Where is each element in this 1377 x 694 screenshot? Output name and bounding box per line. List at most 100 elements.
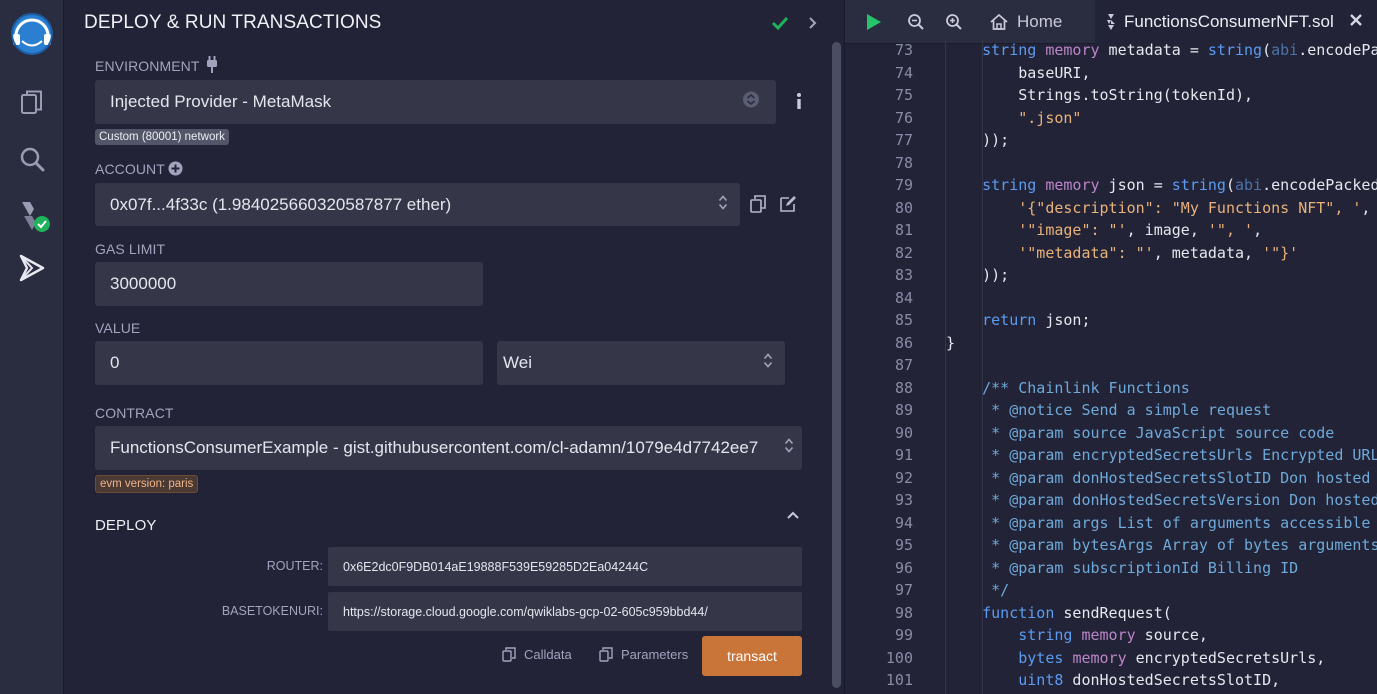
code-line[interactable]: 76 ".json" xyxy=(845,107,1377,130)
code-line[interactable]: 99 string memory source, xyxy=(845,624,1377,647)
code-text: )); xyxy=(946,131,1010,149)
code-text: /** Chainlink Functions xyxy=(982,378,1190,397)
code-line[interactable]: 86} xyxy=(845,332,1377,355)
remix-logo-icon[interactable] xyxy=(0,10,64,58)
code-line[interactable]: 75 Strings.toString(tokenId), xyxy=(845,84,1377,107)
basetokenuri-input[interactable]: https://storage.cloud.google.com/qwiklab… xyxy=(328,592,802,631)
code-area[interactable]: 73 string memory metadata = string(abi.e… xyxy=(845,40,1377,694)
line-number: 80 xyxy=(894,198,913,217)
code-text: bytes memory encryptedSecretsUrls, xyxy=(1018,648,1326,667)
info-icon[interactable] xyxy=(794,92,804,115)
code-line[interactable]: 89 * @notice Send a simple request xyxy=(845,399,1377,422)
editor-tab-bar: Home FunctionsConsumerNFT.sol xyxy=(845,0,1377,44)
calldata-button[interactable]: Calldata xyxy=(502,647,572,662)
account-select[interactable]: 0x07f...4f33c (1.984025660320587877 ethe… xyxy=(95,183,740,226)
code-line[interactable]: 98 function sendRequest( xyxy=(845,602,1377,625)
home-icon xyxy=(990,13,1008,30)
line-number: 78 xyxy=(894,153,913,172)
line-number: 76 xyxy=(894,108,913,127)
copy-icon xyxy=(502,647,516,662)
line-number: 77 xyxy=(894,131,913,149)
code-text: * @param subscriptionId Billing ID xyxy=(991,558,1299,577)
code-line[interactable]: 83 )); xyxy=(845,264,1377,287)
transact-button[interactable]: transact xyxy=(702,636,802,676)
gas-limit-input[interactable]: 3000000 xyxy=(95,262,483,306)
code-text: '{"description": "My Functions NFT", ', xyxy=(1018,198,1371,217)
updown-arrows-icon xyxy=(763,352,773,375)
code-line[interactable]: 95 * @param bytesArgs Array of bytes arg… xyxy=(845,534,1377,557)
environment-value: Injected Provider - MetaMask xyxy=(110,92,332,111)
copy-icon[interactable] xyxy=(750,195,766,218)
code-line[interactable]: 87 xyxy=(845,354,1377,377)
run-script-icon[interactable] xyxy=(863,0,883,44)
code-line[interactable]: 96 * @param subscriptionId Billing ID xyxy=(845,557,1377,580)
search-icon[interactable] xyxy=(0,144,64,174)
router-input[interactable]: 0x6E2dc0F9DB014aE19888F539E59285D2Ea0424… xyxy=(328,547,802,586)
code-line[interactable]: 85 return json; xyxy=(845,309,1377,332)
code-line[interactable]: 91 * @param encryptedSecretsUrls Encrypt… xyxy=(845,444,1377,467)
close-icon[interactable] xyxy=(1349,12,1363,32)
code-line[interactable]: 82 '"metadata": "', metadata, '"}' xyxy=(845,242,1377,265)
line-number: 90 xyxy=(894,423,913,442)
line-number: 82 xyxy=(894,243,913,262)
deploy-label: DEPLOY xyxy=(95,517,157,534)
code-line[interactable]: 92 * @param donHostedSecretsSlotID Don h… xyxy=(845,467,1377,490)
select-arrows-icon xyxy=(742,91,760,114)
edit-icon[interactable] xyxy=(779,195,797,218)
contract-select[interactable]: FunctionsConsumerExample - gist.githubus… xyxy=(95,426,802,470)
code-text: return json; xyxy=(982,311,1091,329)
code-text: function sendRequest( xyxy=(982,603,1172,622)
plug-icon xyxy=(204,55,220,80)
calldata-label: Calldata xyxy=(524,647,572,662)
code-line[interactable]: 90 * @param source JavaScript source cod… xyxy=(845,422,1377,445)
code-line[interactable]: 78 xyxy=(845,152,1377,175)
value-input[interactable]: 0 xyxy=(95,341,483,385)
updown-arrows-icon xyxy=(718,193,728,216)
zoom-in-icon[interactable] xyxy=(945,0,963,44)
line-number: 74 xyxy=(894,63,913,82)
tab-home[interactable]: Home xyxy=(981,0,1070,44)
value-label: VALUE xyxy=(95,320,141,336)
code-line[interactable]: 77 )); xyxy=(845,129,1377,152)
environment-label: ENVIRONMENT xyxy=(95,58,200,74)
parameters-button[interactable]: Parameters xyxy=(599,647,688,662)
code-line[interactable]: 94 * @param args List of arguments acces… xyxy=(845,512,1377,535)
solidity-compiler-icon[interactable] xyxy=(0,196,64,236)
line-number: 73 xyxy=(894,41,913,59)
code-text: string memory json = string(abi.encodePa… xyxy=(982,176,1377,194)
environment-select[interactable]: Injected Provider - MetaMask xyxy=(95,80,776,124)
code-line[interactable]: 80 '{"description": "My Functions NFT", … xyxy=(845,197,1377,220)
line-number: 84 xyxy=(894,288,913,307)
chevron-up-icon[interactable] xyxy=(786,508,800,526)
value-unit-select[interactable]: Wei xyxy=(497,341,785,385)
code-line[interactable]: 100 bytes memory encryptedSecretsUrls, xyxy=(845,647,1377,670)
basetokenuri-label: BASETOKENURI: xyxy=(221,604,323,618)
code-line[interactable]: 97 */ xyxy=(845,579,1377,602)
code-line[interactable]: 73 string memory metadata = string(abi.e… xyxy=(845,40,1377,62)
line-number: 101 xyxy=(885,671,913,689)
code-text: * @param args List of arguments accessib… xyxy=(991,513,1371,532)
line-number: 100 xyxy=(885,648,913,667)
line-number: 89 xyxy=(894,401,913,419)
code-line[interactable]: 79 string memory json = string(abi.encod… xyxy=(845,174,1377,197)
add-account-icon[interactable] xyxy=(168,161,183,181)
code-line[interactable]: 88 /** Chainlink Functions xyxy=(845,377,1377,400)
code-text: * @notice Send a simple request xyxy=(991,401,1272,419)
panel-scrollbar[interactable] xyxy=(832,42,841,688)
code-line[interactable]: 84 xyxy=(845,287,1377,310)
checkmark-icon xyxy=(770,14,790,37)
code-line[interactable]: 74 baseURI, xyxy=(845,62,1377,85)
code-text: * @param encryptedSecretsUrls Encrypted … xyxy=(991,446,1377,464)
code-line[interactable]: 93 * @param donHostedSecretsVersion Don … xyxy=(845,489,1377,512)
code-text: )); xyxy=(946,266,1010,284)
gas-limit-value: 3000000 xyxy=(110,274,177,293)
basetokenuri-value: https://storage.cloud.google.com/qwiklab… xyxy=(343,604,708,619)
deploy-run-icon[interactable] xyxy=(0,252,64,284)
code-line[interactable]: 101 uint8 donHostedSecretsSlotID, xyxy=(845,669,1377,692)
chevron-right-icon[interactable] xyxy=(806,14,820,37)
zoom-out-icon[interactable] xyxy=(907,0,925,44)
code-line[interactable]: 81 '"image": "', image, '", ', xyxy=(845,219,1377,242)
account-label: ACCOUNT xyxy=(95,161,165,177)
file-explorer-icon[interactable] xyxy=(0,88,64,118)
tab-functionsconsumernft[interactable]: FunctionsConsumerNFT.sol xyxy=(1095,0,1377,44)
